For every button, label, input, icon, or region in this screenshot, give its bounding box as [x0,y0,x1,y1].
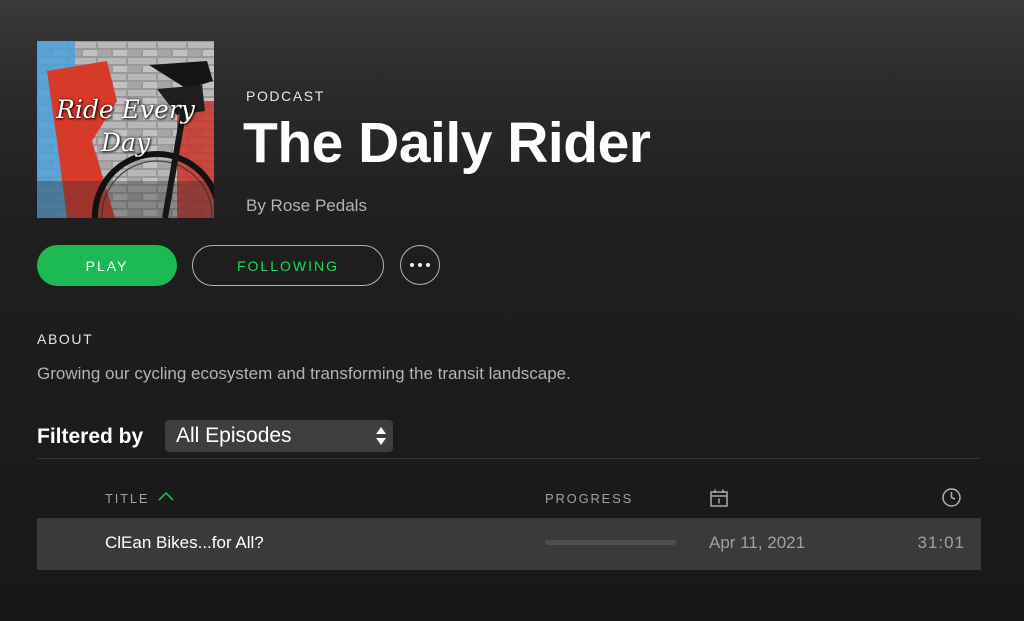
calendar-icon[interactable] [709,488,729,508]
section-divider [37,458,981,459]
sort-up-icon[interactable] [157,490,175,502]
following-button[interactable]: FOLLOWING [192,245,384,286]
episode-row[interactable]: ClEan Bikes...for All? Apr 11, 2021 31:0… [37,518,981,570]
page-title: The Daily Rider [243,111,651,175]
more-options-button[interactable] [400,245,440,285]
episode-filter-select[interactable]: All Episodes [165,420,393,452]
filter-selected-value: All Episodes [176,424,292,447]
episode-date: Apr 11, 2021 [709,533,806,552]
podcast-kind-label: PODCAST [246,88,325,104]
cover-art-text: Ride Every Day [56,95,195,157]
play-button[interactable]: PLAY [37,245,177,286]
podcast-author: By Rose Pedals [246,196,367,215]
episode-progress-bar [545,540,676,545]
column-header-progress[interactable]: PROGRESS [545,491,633,506]
podcast-cover-art: Ride Every Day [37,41,214,218]
more-options-icon [408,263,432,267]
episode-duration: 31:01 [917,533,965,552]
filter-label: Filtered by [37,425,144,448]
column-header-title[interactable]: TITLE [105,491,149,506]
episode-title[interactable]: ClEan Bikes...for All? [105,533,264,553]
about-description: Growing our cycling ecosystem and transf… [37,364,571,383]
about-heading: ABOUT [37,331,94,347]
clock-icon[interactable] [941,487,962,508]
select-arrows-icon [376,427,386,445]
